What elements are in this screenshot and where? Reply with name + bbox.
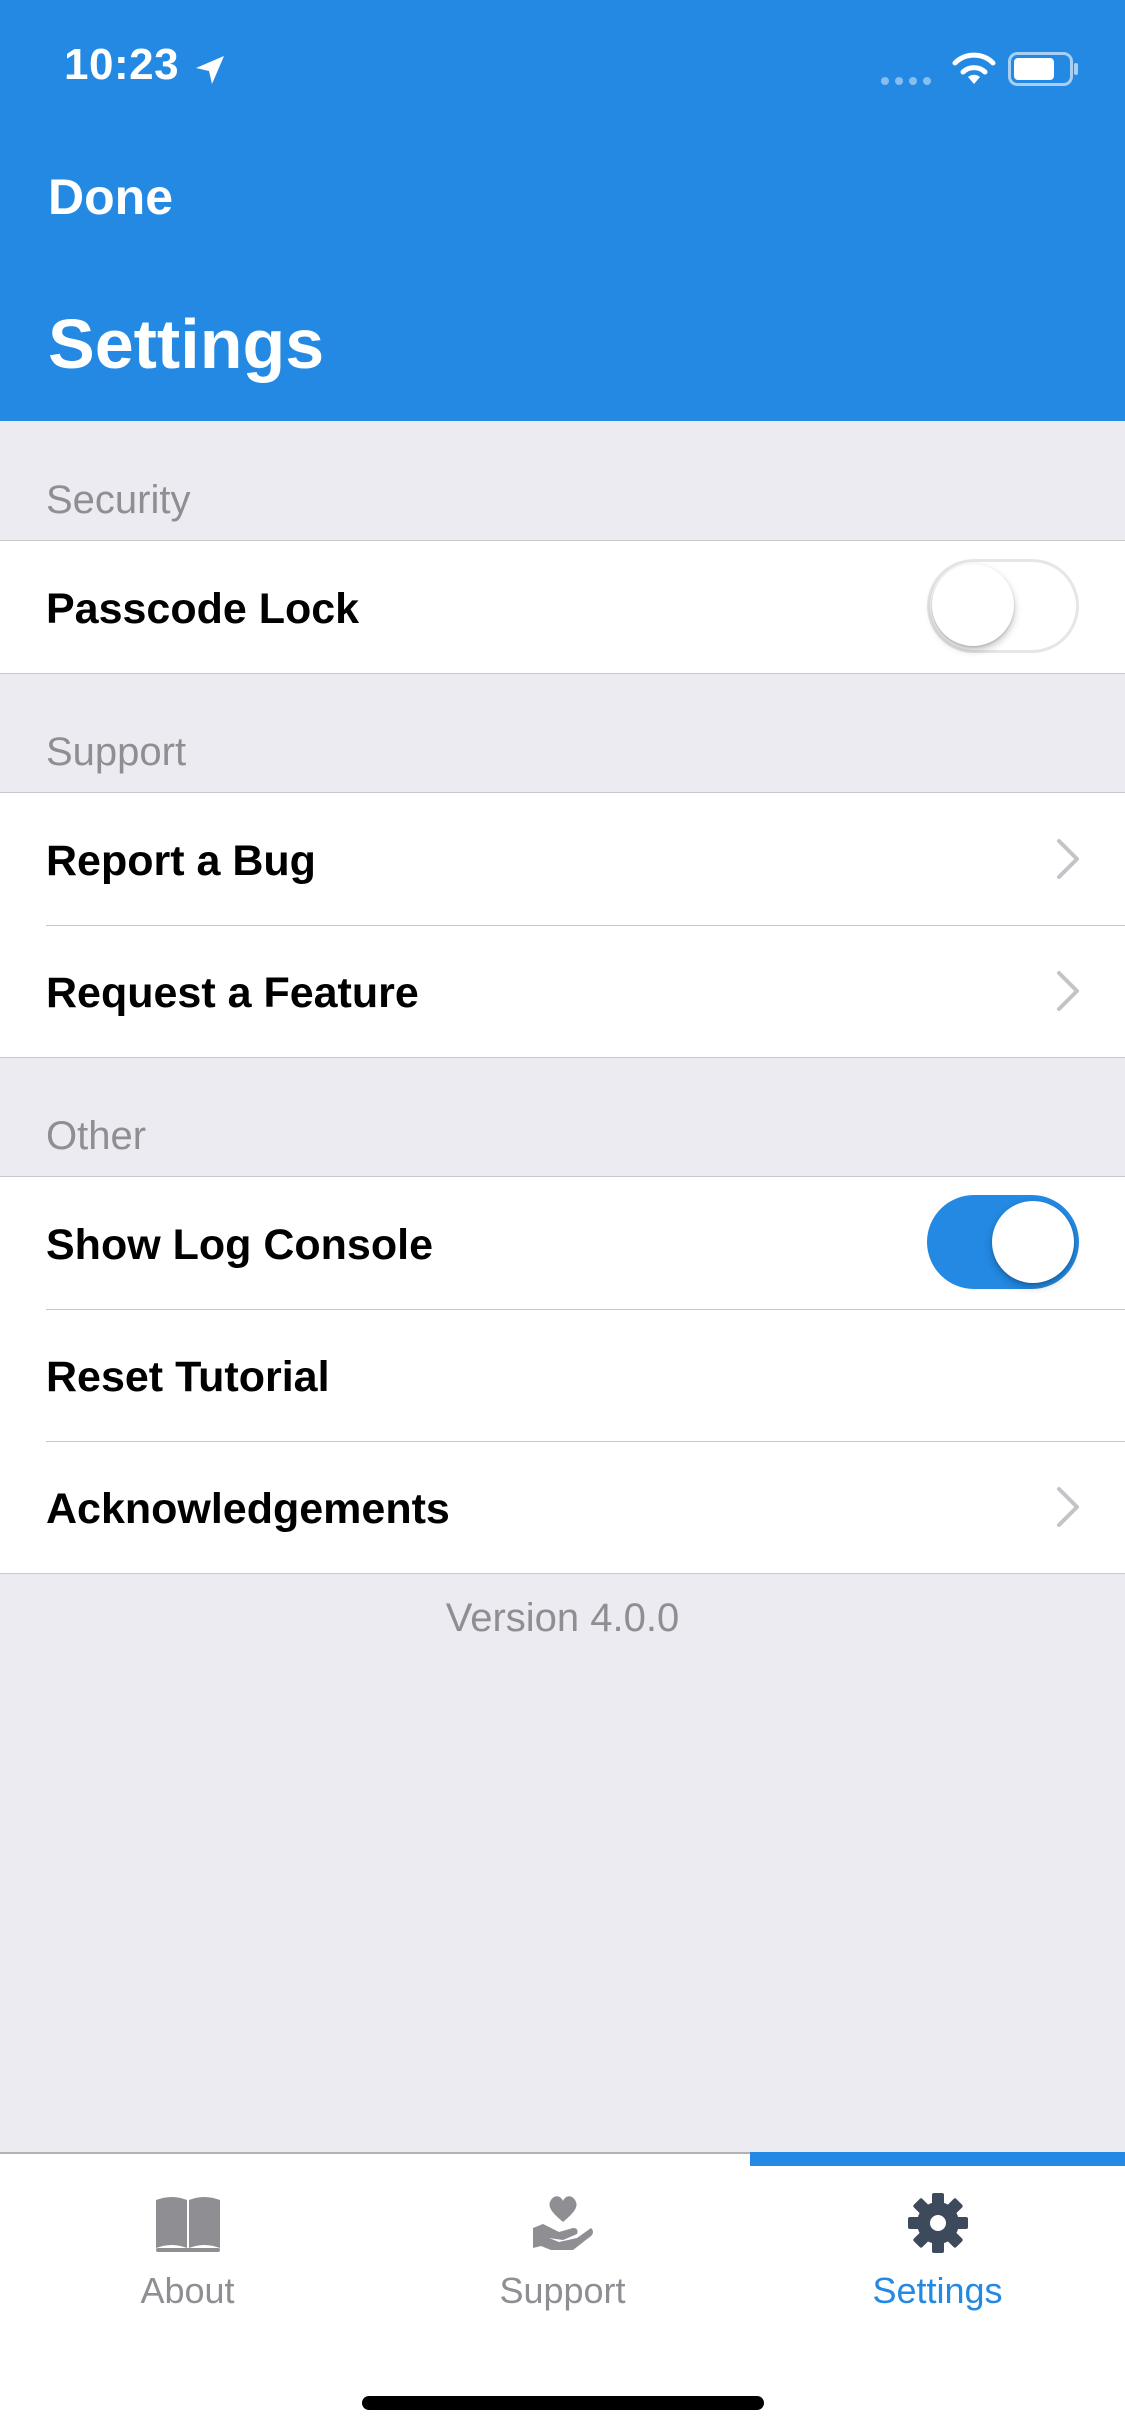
tab-about[interactable]: About: [0, 2154, 375, 2334]
show-log-console-label: Show Log Console: [46, 1221, 433, 1269]
cellular-signal-icon: [881, 77, 931, 85]
report-bug-row[interactable]: Report a Bug: [0, 793, 1125, 925]
section-header-support: Support: [46, 730, 187, 774]
chevron-right-icon: [1057, 971, 1079, 1011]
passcode-lock-toggle[interactable]: [927, 559, 1079, 653]
show-log-console-row: Show Log Console: [0, 1177, 1125, 1309]
heart-hand-icon: [532, 2196, 593, 2250]
report-bug-label: Report a Bug: [46, 837, 316, 885]
section-header-security: Security: [46, 478, 191, 522]
reset-tutorial-label: Reset Tutorial: [46, 1353, 330, 1401]
chevron-right-icon: [1057, 1487, 1079, 1527]
other-group: Show Log Console Reset Tutorial Acknowle…: [0, 1176, 1125, 1574]
chevron-right-icon: [1057, 839, 1079, 879]
tab-settings[interactable]: Settings: [750, 2154, 1125, 2334]
version-label: Version 4.0.0: [445, 1596, 680, 1640]
toggle-knob: [992, 1201, 1074, 1283]
page-title: Settings: [48, 305, 325, 383]
support-group: Report a Bug Request a Feature: [0, 792, 1125, 1058]
tab-about-label: About: [140, 2270, 235, 2311]
acknowledgements-label: Acknowledgements: [46, 1485, 450, 1533]
passcode-lock-label: Passcode Lock: [46, 585, 360, 633]
request-feature-row[interactable]: Request a Feature: [0, 925, 1125, 1057]
home-indicator[interactable]: [362, 2396, 764, 2410]
location-arrow-icon: [196, 56, 224, 84]
nav-header: 10:23 Done Settings: [0, 0, 1125, 421]
tab-support[interactable]: Support: [375, 2154, 750, 2334]
done-button[interactable]: Done: [48, 168, 173, 226]
section-header-other: Other: [46, 1114, 147, 1158]
book-icon: [155, 2197, 220, 2252]
show-log-console-toggle[interactable]: [927, 1195, 1079, 1289]
security-group: Passcode Lock: [0, 540, 1125, 674]
tab-support-label: Support: [499, 2270, 626, 2311]
acknowledgements-row[interactable]: Acknowledgements: [0, 1441, 1125, 1573]
toggle-knob: [932, 564, 1014, 646]
status-time: 10:23: [64, 40, 180, 89]
reset-tutorial-row[interactable]: Reset Tutorial: [0, 1309, 1125, 1441]
tab-settings-label: Settings: [872, 2270, 1003, 2311]
request-feature-label: Request a Feature: [46, 969, 419, 1017]
tab-bar: About Support Settings: [0, 2152, 1125, 2436]
gear-icon: [907, 2193, 968, 2253]
wifi-icon: [952, 52, 996, 84]
passcode-lock-row: Passcode Lock: [0, 541, 1125, 673]
settings-screen: 10:23 Done Settings Security Passcode Lo…: [0, 0, 1125, 2436]
battery-icon: [1008, 52, 1078, 86]
